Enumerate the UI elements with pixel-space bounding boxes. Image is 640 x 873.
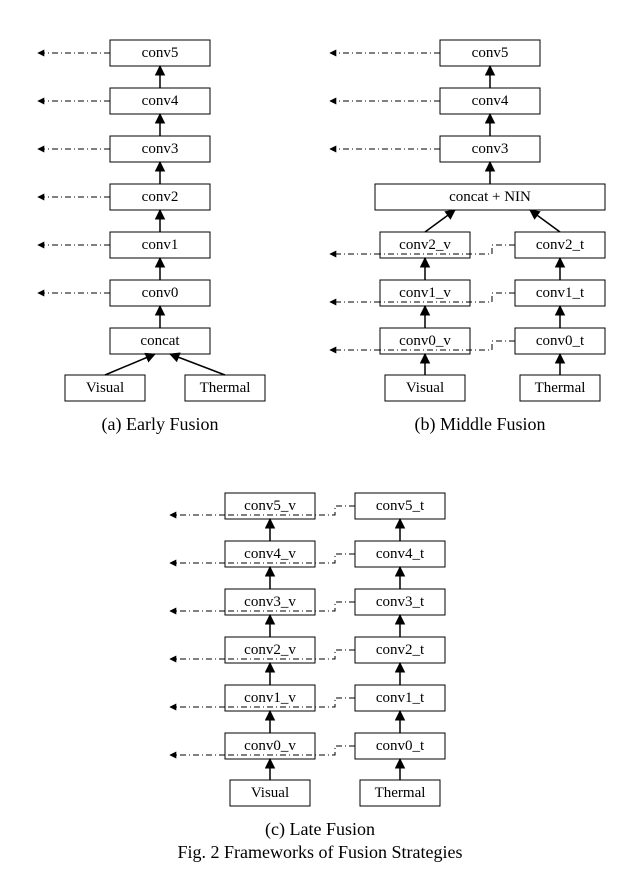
label-conv4t: conv4_t xyxy=(376,546,425,562)
node-conv5t: conv5_t xyxy=(355,493,445,519)
label-conv4: conv4 xyxy=(142,93,179,109)
label-conv1t: conv1_t xyxy=(536,285,585,301)
node-conv4t: conv4_t xyxy=(355,541,445,567)
diagram-late-fusion: Visual Thermal conv0_v conv1_v conv2_v c… xyxy=(150,435,490,815)
node-concat: concat xyxy=(110,328,210,354)
node-conv1t: conv1_t xyxy=(515,280,605,306)
node-thermal-input: Thermal xyxy=(360,780,440,806)
label-conv1v: conv1_v xyxy=(399,285,451,301)
label-conv5: conv5 xyxy=(142,45,179,61)
edge-visual-concat xyxy=(105,354,155,375)
label-conv3v: conv3_v xyxy=(244,594,296,610)
label-conv1t: conv1_t xyxy=(376,690,425,706)
edge-v2-fuse xyxy=(425,210,455,232)
label-conv0t: conv0_t xyxy=(376,738,425,754)
label-concat: concat xyxy=(140,333,180,349)
diagram-early-fusion: Visual Thermal concat conv0 conv1 con xyxy=(10,10,310,410)
label-fusion: concat + NIN xyxy=(449,189,531,205)
node-visual-input: Visual xyxy=(385,375,465,401)
label-conv4v: conv4_v xyxy=(244,546,296,562)
caption-b: (b) Middle Fusion xyxy=(414,414,545,435)
node-fusion: concat + NIN xyxy=(375,184,605,210)
label-visual: Visual xyxy=(251,785,289,801)
label-conv0t: conv0_t xyxy=(536,333,585,349)
label-thermal: Thermal xyxy=(200,380,251,396)
node-conv2t: conv2_t xyxy=(515,232,605,258)
label-thermal: Thermal xyxy=(375,785,426,801)
label-conv1: conv1 xyxy=(142,237,179,253)
node-thermal-input: Thermal xyxy=(520,375,600,401)
diagram-middle-fusion: Visual Thermal conv0_v conv1_v conv2_v xyxy=(320,10,640,410)
node-conv4: conv4 xyxy=(110,88,210,114)
label-conv0: conv0 xyxy=(142,285,179,301)
caption-a: (a) Early Fusion xyxy=(102,414,219,435)
label-conv5t: conv5_t xyxy=(376,498,425,514)
node-conv0t: conv0_t xyxy=(515,328,605,354)
panel-early-fusion: Visual Thermal concat conv0 conv1 con xyxy=(10,10,310,435)
label-conv2v: conv2_v xyxy=(244,642,296,658)
label-visual: Visual xyxy=(86,380,124,396)
node-conv1: conv1 xyxy=(110,232,210,258)
figure-caption: Fig. 2 Frameworks of Fusion Strategies xyxy=(10,842,630,863)
label-conv5: conv5 xyxy=(472,45,509,61)
node-conv0t: conv0_t xyxy=(355,733,445,759)
label-thermal: Thermal xyxy=(535,380,586,396)
node-conv3: conv3 xyxy=(110,136,210,162)
label-conv1v: conv1_v xyxy=(244,690,296,706)
label-conv2: conv2 xyxy=(142,189,179,205)
node-conv5: conv5 xyxy=(440,40,540,66)
node-visual-input: Visual xyxy=(230,780,310,806)
edge-t2-fuse xyxy=(530,210,560,232)
node-conv2t: conv2_t xyxy=(355,637,445,663)
row-bottom: Visual Thermal conv0_v conv1_v conv2_v c… xyxy=(10,435,630,840)
label-conv2v: conv2_v xyxy=(399,237,451,253)
label-conv5v: conv5_v xyxy=(244,498,296,514)
node-conv2: conv2 xyxy=(110,184,210,210)
label-visual: Visual xyxy=(406,380,444,396)
node-conv3: conv3 xyxy=(440,136,540,162)
label-conv0v: conv0_v xyxy=(399,333,451,349)
label-conv4: conv4 xyxy=(472,93,509,109)
node-conv3t: conv3_t xyxy=(355,589,445,615)
panel-middle-fusion: Visual Thermal conv0_v conv1_v conv2_v xyxy=(320,10,640,435)
label-conv3t: conv3_t xyxy=(376,594,425,610)
node-conv1t: conv1_t xyxy=(355,685,445,711)
label-conv3: conv3 xyxy=(472,141,509,157)
label-conv2t: conv2_t xyxy=(376,642,425,658)
caption-c: (c) Late Fusion xyxy=(265,819,375,840)
node-thermal-input: Thermal xyxy=(185,375,265,401)
edge-thermal-concat xyxy=(170,354,225,375)
panel-late-fusion: Visual Thermal conv0_v conv1_v conv2_v c… xyxy=(150,435,490,840)
node-conv4: conv4 xyxy=(440,88,540,114)
label-conv2t: conv2_t xyxy=(536,237,585,253)
row-top: Visual Thermal concat conv0 conv1 con xyxy=(10,10,630,435)
label-conv0v: conv0_v xyxy=(244,738,296,754)
node-conv0: conv0 xyxy=(110,280,210,306)
node-conv5: conv5 xyxy=(110,40,210,66)
label-conv3: conv3 xyxy=(142,141,179,157)
node-visual-input: Visual xyxy=(65,375,145,401)
